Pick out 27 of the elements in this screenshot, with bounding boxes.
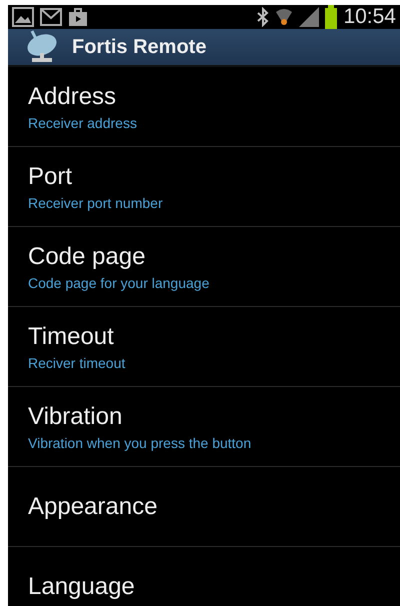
preference-title: Appearance xyxy=(28,492,158,520)
preference-item[interactable]: Appearance xyxy=(8,467,400,547)
preference-item[interactable]: Code page Code page for your language xyxy=(8,227,400,307)
preference-summary: Reciver timeout xyxy=(28,354,126,370)
preference-summary: Receiver address xyxy=(28,114,137,130)
mail-icon xyxy=(40,8,62,26)
preference-item[interactable]: Timeout Reciver timeout xyxy=(8,307,400,387)
preference-item[interactable]: Port Receiver port number xyxy=(8,147,400,227)
app-title: Fortis Remote xyxy=(72,36,206,58)
preference-title: Address xyxy=(28,82,116,110)
image-notification-icon xyxy=(12,7,34,27)
preference-title: Code page xyxy=(28,242,146,270)
preference-summary: Code page for your language xyxy=(28,274,210,290)
bluetooth-icon xyxy=(257,7,270,27)
preference-item[interactable]: Vibration Vibration when you press the button xyxy=(8,387,400,467)
preference-item[interactable]: Address Receiver address xyxy=(8,67,400,147)
preference-summary: Vibration when you press the button xyxy=(28,434,252,450)
preference-item[interactable]: Language xyxy=(8,547,400,606)
preference-title: Timeout xyxy=(28,322,114,350)
preference-title: Language xyxy=(28,572,135,600)
preference-summary: Receiver port number xyxy=(28,194,163,210)
preference-title: Vibration xyxy=(28,402,122,430)
signal-icon xyxy=(299,7,320,27)
wifi-icon xyxy=(275,7,294,27)
preference-title: Port xyxy=(28,162,72,190)
battery-icon xyxy=(325,5,338,29)
status-time: 10:54 xyxy=(343,5,396,29)
